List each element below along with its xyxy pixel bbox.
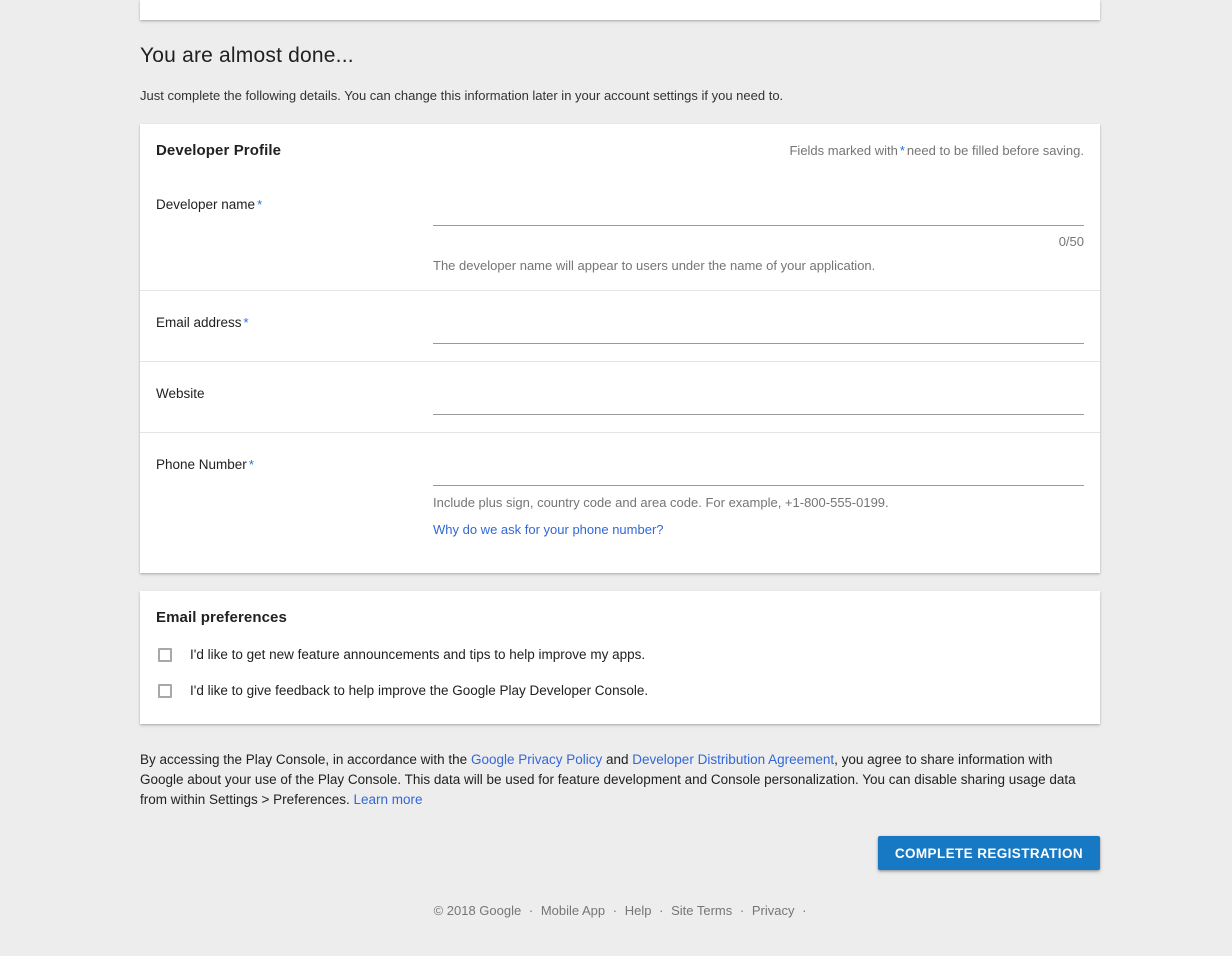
- pref-label-feature-announcements: I'd like to get new feature announcement…: [190, 647, 645, 662]
- footer-link-mobile-app[interactable]: Mobile App: [541, 903, 605, 918]
- email-preferences-title: Email preferences: [156, 609, 1084, 626]
- email-address-input[interactable]: [433, 304, 1084, 344]
- developer-name-required-asterisk: *: [255, 197, 264, 212]
- footer-separator: ·: [802, 903, 806, 918]
- footer-separator: ·: [613, 903, 617, 918]
- developer-name-field-area: 0/50 The developer name will appear to u…: [433, 173, 1084, 273]
- checkbox-give-feedback[interactable]: [158, 684, 172, 698]
- pref-row-give-feedback: I'd like to give feedback to help improv…: [156, 683, 1084, 698]
- phone-number-helper-text: Include plus sign, country code and area…: [433, 495, 1084, 510]
- developer-name-char-counter: 0/50: [433, 234, 1084, 249]
- learn-more-link[interactable]: Learn more: [353, 792, 422, 807]
- pref-label-give-feedback: I'd like to give feedback to help improv…: [190, 683, 648, 698]
- email-address-label: Email address*: [156, 291, 433, 361]
- email-address-label-text: Email address: [156, 315, 242, 330]
- phone-number-input[interactable]: [433, 446, 1084, 486]
- phone-number-why-link[interactable]: Why do we ask for your phone number?: [433, 522, 664, 537]
- required-fields-note: Fields marked with*need to be filled bef…: [789, 143, 1084, 158]
- required-note-prefix: Fields marked with: [789, 143, 897, 158]
- required-asterisk: *: [898, 143, 907, 158]
- footer-link-help[interactable]: Help: [625, 903, 652, 918]
- footer-separator: ·: [659, 903, 663, 918]
- complete-registration-button[interactable]: COMPLETE REGISTRATION: [878, 836, 1100, 870]
- website-input[interactable]: [433, 375, 1084, 415]
- button-row: COMPLETE REGISTRATION: [140, 836, 1100, 870]
- developer-name-label: Developer name*: [156, 173, 433, 273]
- developer-name-label-text: Developer name: [156, 197, 255, 212]
- phone-number-required-asterisk: *: [247, 457, 256, 472]
- legal-text-2: and: [602, 752, 632, 767]
- developer-profile-card: Developer Profile Fields marked with*nee…: [140, 124, 1100, 573]
- phone-number-row: Phone Number* Include plus sign, country…: [140, 432, 1100, 573]
- website-field-area: [433, 362, 1084, 432]
- footer-link-privacy[interactable]: Privacy: [752, 903, 795, 918]
- previous-card-bottom-edge: [140, 0, 1100, 20]
- phone-number-label-text: Phone Number: [156, 457, 247, 472]
- page-subtitle: Just complete the following details. You…: [140, 88, 1100, 103]
- email-address-field-area: [433, 291, 1084, 361]
- email-address-required-asterisk: *: [242, 315, 251, 330]
- page-title: You are almost done...: [140, 20, 1100, 68]
- footer-copyright: © 2018 Google: [434, 903, 522, 918]
- developer-distribution-agreement-link[interactable]: Developer Distribution Agreement: [632, 752, 834, 767]
- required-note-suffix: need to be filled before saving.: [907, 143, 1084, 158]
- email-address-row: Email address*: [140, 290, 1100, 361]
- footer: © 2018 Google · Mobile App · Help · Site…: [140, 903, 1100, 954]
- pref-row-feature-announcements: I'd like to get new feature announcement…: [156, 647, 1084, 662]
- phone-number-label: Phone Number*: [156, 433, 433, 539]
- email-preferences-card: Email preferences I'd like to get new fe…: [140, 591, 1100, 724]
- phone-number-field-area: Include plus sign, country code and area…: [433, 433, 1084, 539]
- developer-name-row: Developer name* 0/50 The developer name …: [140, 173, 1100, 290]
- developer-name-input[interactable]: [433, 186, 1084, 226]
- checkbox-feature-announcements[interactable]: [158, 648, 172, 662]
- footer-link-site-terms[interactable]: Site Terms: [671, 903, 732, 918]
- developer-profile-header: Developer Profile Fields marked with*nee…: [140, 124, 1100, 173]
- developer-name-helper-text: The developer name will appear to users …: [433, 258, 1084, 273]
- footer-separator: ·: [740, 903, 744, 918]
- website-label-text: Website: [156, 386, 205, 401]
- website-row: Website: [140, 361, 1100, 432]
- website-label: Website: [156, 362, 433, 432]
- google-privacy-policy-link[interactable]: Google Privacy Policy: [471, 752, 602, 767]
- developer-profile-title: Developer Profile: [156, 142, 281, 159]
- legal-paragraph: By accessing the Play Console, in accord…: [140, 750, 1080, 810]
- legal-text-1: By accessing the Play Console, in accord…: [140, 752, 471, 767]
- footer-separator: ·: [529, 903, 533, 918]
